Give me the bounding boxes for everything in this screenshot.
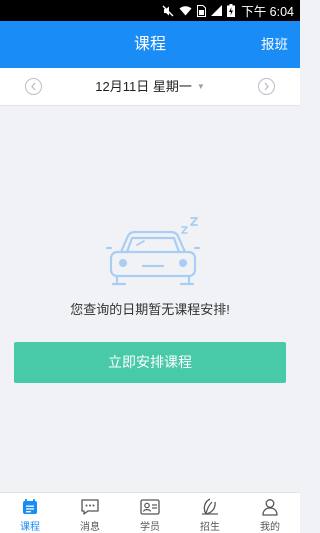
date-label: 12月11日 星期一 — [95, 79, 192, 94]
bottom-tab-bar: 课程 消息 学员 招生 我的 — [0, 492, 300, 533]
empty-message: 您查询的日期暂无课程安排! — [70, 302, 230, 317]
date-picker[interactable]: 12月11日 星期一 ▼ — [0, 68, 300, 106]
signal-icon — [211, 5, 223, 16]
tab-label: 我的 — [260, 522, 280, 533]
enroll-button[interactable]: 报班 — [261, 21, 288, 68]
tab-label: 消息 — [80, 522, 100, 533]
next-day-button[interactable] — [258, 78, 275, 95]
tab-profile[interactable]: 我的 — [240, 493, 300, 533]
tab-messages[interactable]: 消息 — [60, 493, 120, 533]
sim-icon — [197, 4, 207, 17]
calendar-icon — [20, 497, 40, 517]
status-bar: 下午 6:04 — [0, 0, 300, 21]
date-selector: 12月11日 星期一 ▼ — [0, 68, 300, 106]
tab-students[interactable]: 学员 — [120, 493, 180, 533]
status-time: 下午 6:04 — [241, 5, 294, 19]
chevron-right-icon — [264, 82, 269, 91]
mute-icon — [162, 5, 174, 17]
tab-label: 课程 — [20, 522, 40, 533]
dropdown-caret-icon: ▼ — [196, 82, 205, 91]
app-header: 课程 报班 — [0, 21, 300, 68]
leaf-icon — [200, 497, 220, 517]
schedule-course-button[interactable]: 立即安排课程 — [14, 342, 286, 383]
battery-charging-icon — [227, 4, 236, 17]
chat-icon — [80, 497, 100, 517]
page-title: 课程 — [133, 36, 166, 53]
person-icon — [260, 497, 280, 517]
tab-label: 学员 — [140, 522, 160, 533]
id-card-icon — [140, 497, 160, 517]
sleeping-car-icon — [105, 217, 201, 286]
wifi-icon — [179, 5, 192, 16]
tab-courses[interactable]: 课程 — [0, 493, 60, 533]
tab-recruit[interactable]: 招生 — [180, 493, 240, 533]
tab-label: 招生 — [200, 522, 220, 533]
